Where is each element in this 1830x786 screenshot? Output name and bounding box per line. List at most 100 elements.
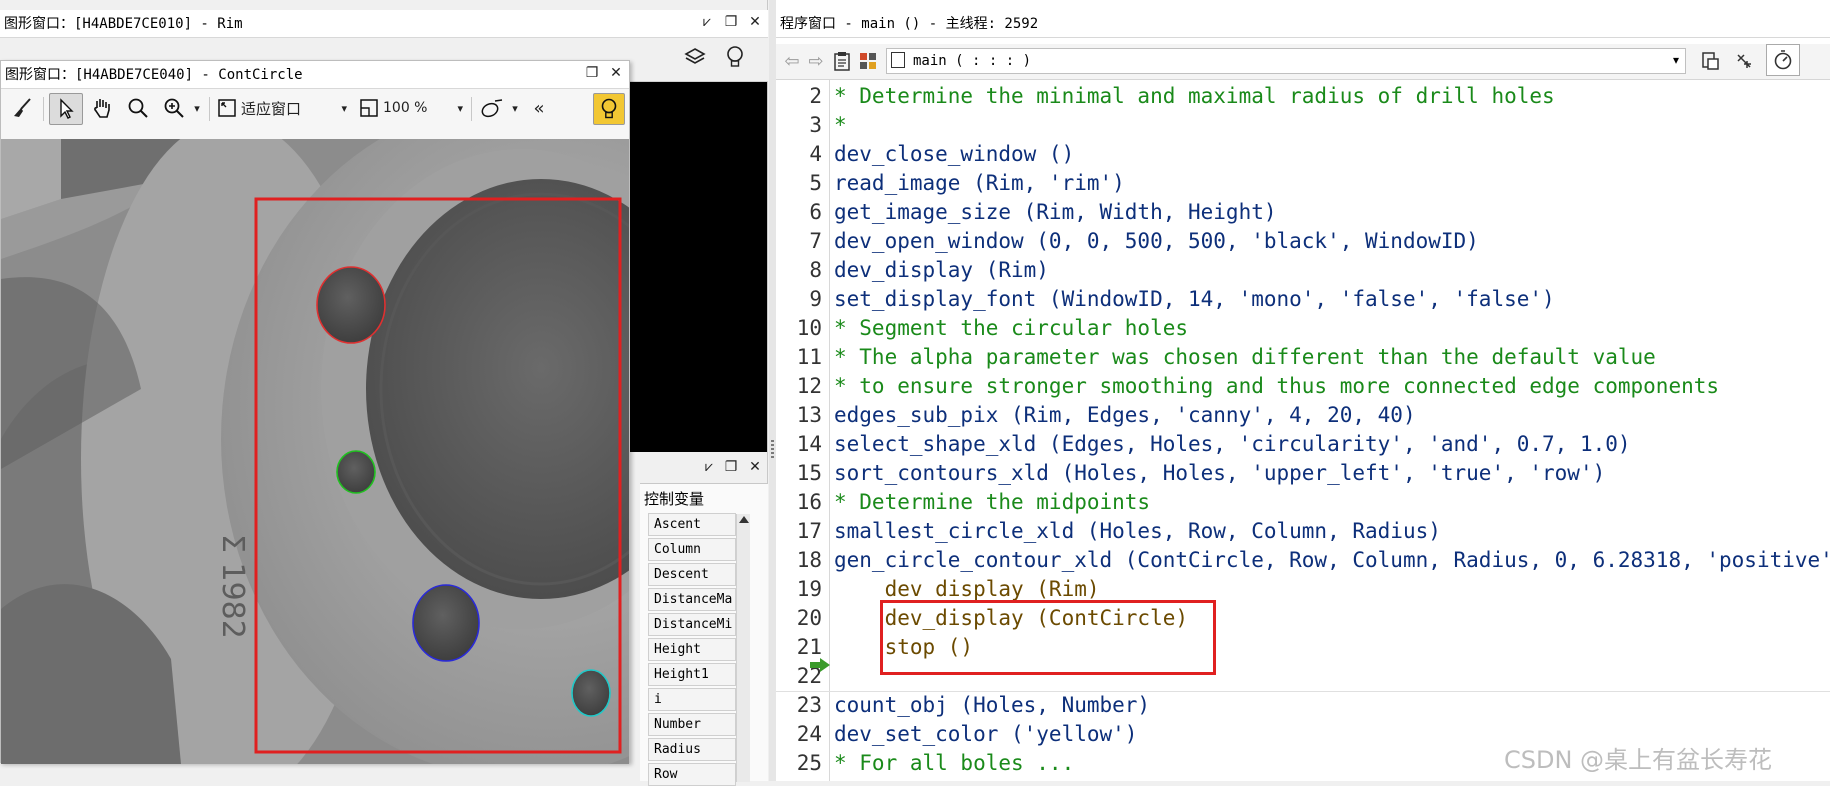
graphics-window-front-titlebar[interactable]: 图形窗口：[H4ABDE7CE040] - ContCircle ❐ ✕ — [1, 61, 629, 89]
line-number: 19 — [796, 577, 822, 601]
variable-item[interactable]: Height — [648, 638, 736, 661]
layers-icon[interactable] — [680, 42, 710, 72]
hole-green — [336, 450, 376, 494]
graphics-window-front-title: 图形窗口：[H4ABDE7CE040] - ContCircle — [5, 67, 303, 83]
graphics-window-back-canvas[interactable] — [620, 82, 767, 452]
line-number: 17 — [796, 519, 822, 543]
code-editor[interactable]: 2 * Determine the minimal and maximal rad… — [776, 80, 1830, 781]
variable-item[interactable]: Radius — [648, 738, 736, 761]
float-window-icon[interactable]: ❐ — [581, 63, 603, 83]
watermark: CSDN @桌上有盆长寿花 — [1504, 746, 1773, 774]
pointer-icon[interactable] — [49, 93, 83, 125]
code-line[interactable]: 17 smallest_circle_xld (Holes, Row, Colum… — [776, 517, 1830, 546]
close-icon[interactable]: ✕ — [605, 63, 627, 83]
code-line[interactable]: 9 set_display_font (WindowID, 14, 'mono',… — [776, 285, 1830, 314]
graphics-toolbar: ▾ 适应窗口 ▾ 100 % ▾ ▾ « — [1, 89, 629, 133]
code-line[interactable]: 13 edges_sub_pix (Rim, Edges, 'canny', 4,… — [776, 401, 1830, 430]
lightbulb-icon[interactable] — [593, 93, 625, 125]
variable-item[interactable]: Descent — [648, 563, 736, 586]
close-icon[interactable]: ✕ — [744, 457, 766, 477]
fit-window-label: 适应窗口 — [241, 99, 302, 118]
pin-icon[interactable]: ⩗ — [698, 457, 720, 477]
code-text: dev_open_window (0, 0, 500, 500, 'black'… — [834, 229, 1479, 253]
variable-item[interactable]: DistanceMa — [648, 588, 736, 611]
variable-item[interactable]: Column — [648, 538, 736, 561]
code-text: gen_circle_contour_xld (ContCircle, Row,… — [834, 548, 1830, 572]
code-text: * — [834, 113, 847, 137]
current-line-marker-icon — [810, 658, 830, 672]
back-arrow-icon[interactable]: ⇦ — [780, 46, 804, 76]
code-line[interactable]: 15 sort_contours_xld (Holes, Holes, 'uppe… — [776, 459, 1830, 488]
clipboard-icon[interactable] — [830, 46, 854, 76]
close-icon[interactable]: ✕ — [744, 12, 766, 32]
pane-splitter[interactable] — [769, 0, 776, 781]
code-line[interactable]: 4 dev_close_window () — [776, 140, 1830, 169]
draw-shape-icon[interactable] — [477, 93, 509, 123]
code-line[interactable]: 10 * Segment the circular holes — [776, 314, 1830, 343]
variable-item[interactable]: Number — [648, 713, 736, 736]
line-number: 18 — [796, 548, 822, 572]
collapse-toolbar-icon[interactable]: « — [529, 93, 549, 123]
clear-broom-icon[interactable] — [7, 93, 37, 123]
code-text: * Segment the circular holes — [834, 316, 1189, 340]
variables-scrollbar[interactable] — [736, 514, 750, 782]
shape-dropdown-icon[interactable]: ▾ — [509, 93, 521, 123]
line-number: 4 — [809, 142, 822, 166]
code-line[interactable]: 18 gen_circle_contour_xld (ContCircle, Ro… — [776, 546, 1830, 575]
variable-item[interactable]: Row — [648, 763, 736, 786]
zoom-in-icon[interactable] — [159, 93, 189, 123]
program-toolbar: ⇦ ⇨ main ( : : : ) ▾ — [776, 44, 1830, 80]
float-window-icon[interactable]: ❐ — [720, 457, 742, 477]
graphics-window-back-titlebar[interactable]: 图形窗口：[H4ABDE7CE010] - Rim ⩗ ❐ ✕ — [0, 10, 768, 38]
fit-window-icon[interactable] — [215, 93, 239, 123]
variable-item[interactable]: Ascent — [648, 513, 736, 536]
code-line[interactable]: 11 * The alpha parameter was chosen diffe… — [776, 343, 1830, 372]
code-line[interactable]: 23 count_obj (Holes, Number) — [776, 691, 1830, 720]
grid-colors-icon[interactable] — [856, 46, 880, 76]
zoom-percent-icon[interactable] — [357, 93, 381, 123]
line-number: 20 — [796, 606, 822, 630]
code-line[interactable]: 3 * — [776, 111, 1830, 140]
variable-item[interactable]: Height1 — [648, 663, 736, 686]
pin-icon[interactable]: ⩗ — [696, 12, 718, 32]
line-number: 5 — [809, 171, 822, 195]
line-number: 8 — [809, 258, 822, 282]
zoom-percent-select[interactable]: 100 % ▾ — [383, 93, 463, 123]
zoom-dropdown-icon[interactable]: ▾ — [191, 93, 203, 123]
code-highlight-box — [880, 600, 1216, 675]
code-line[interactable]: 5 read_image (Rim, 'rim') — [776, 169, 1830, 198]
code-line[interactable]: 2 * Determine the minimal and maximal rad… — [776, 82, 1830, 111]
splitter-grip-icon — [771, 440, 774, 458]
lightbulb-icon[interactable] — [720, 42, 750, 72]
code-text: sort_contours_xld (Holes, Holes, 'upper_… — [834, 461, 1606, 485]
program-window-titlebar[interactable]: 程序窗口 - main () - 主线程: 2592 — [776, 10, 1830, 38]
code-text: edges_sub_pix (Rim, Edges, 'canny', 4, 2… — [834, 403, 1416, 427]
code-line[interactable]: 7 dev_open_window (0, 0, 500, 500, 'black… — [776, 227, 1830, 256]
stopwatch-icon[interactable] — [1766, 44, 1800, 76]
code-line[interactable]: 14 select_shape_xld (Edges, Holes, 'circu… — [776, 430, 1830, 459]
code-line[interactable]: 12 * to ensure stronger smoothing and thu… — [776, 372, 1830, 401]
print-icon[interactable] — [1696, 46, 1724, 76]
code-line[interactable]: 8 dev_display (Rim) — [776, 256, 1830, 285]
code-line[interactable]: 6 get_image_size (Rim, Width, Height) — [776, 198, 1830, 227]
line-number: 24 — [796, 722, 822, 746]
procedure-select[interactable]: main ( : : : ) ▾ — [886, 48, 1686, 74]
float-window-icon[interactable]: ❐ — [720, 12, 742, 32]
magnifier-icon[interactable] — [123, 93, 153, 123]
forward-arrow-icon[interactable]: ⇨ — [804, 46, 828, 76]
line-number: 12 — [796, 374, 822, 398]
variable-item[interactable]: i — [648, 688, 736, 711]
hand-pan-icon[interactable] — [87, 93, 117, 123]
fit-window-select[interactable]: 适应窗口 ▾ — [241, 93, 347, 123]
toolbar-separator — [209, 97, 210, 121]
code-text: select_shape_xld (Edges, Holes, 'circula… — [834, 432, 1631, 456]
zoom-percent-label: 100 % — [383, 100, 428, 116]
hole-cyan — [571, 669, 611, 717]
probe-icon[interactable] — [1730, 46, 1758, 76]
chevron-down-icon: ▾ — [457, 101, 463, 115]
image-canvas[interactable]: Σ 1982 — [1, 139, 629, 764]
variable-item[interactable]: DistanceMi — [648, 613, 736, 636]
scroll-up-icon[interactable] — [739, 516, 749, 523]
code-line[interactable]: 16 * Determine the midpoints — [776, 488, 1830, 517]
line-number: 16 — [796, 490, 822, 514]
